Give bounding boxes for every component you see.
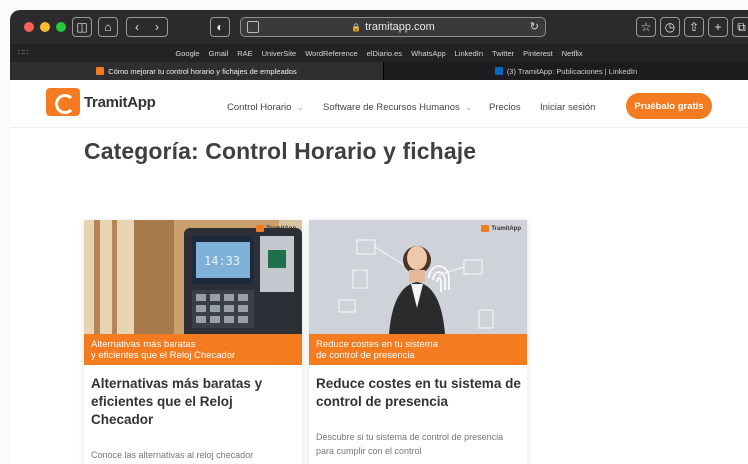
favorite-item[interactable]: elDiario.es: [367, 49, 402, 58]
tab-linkedin[interactable]: (3) TramitApp: Publicaciones | LinkedIn: [384, 62, 748, 80]
tramitapp-logo-icon: [481, 225, 490, 232]
post-card[interactable]: TramitApp Reduce costes en tu sistema de…: [309, 220, 527, 464]
clock-icon: ◷: [664, 20, 676, 34]
post-thumbnail[interactable]: TramitApp Reduce costes en tu sistema de…: [309, 220, 527, 365]
address-bar[interactable]: 🔒 tramitapp.com ↻: [240, 17, 546, 37]
favorite-item[interactable]: Google: [175, 49, 199, 58]
plus-icon: +: [714, 20, 722, 34]
favorite-item[interactable]: WhatsApp: [411, 49, 446, 58]
grid-icon[interactable]: ∷∷: [18, 48, 28, 57]
home-button[interactable]: ⌂: [98, 17, 118, 37]
favorites-bar: ∷∷ Google Gmail RAE UniverSite WordRefer…: [10, 44, 748, 62]
try-free-button[interactable]: Pruébalo gratis: [626, 93, 712, 119]
linkedin-favicon-icon: [494, 67, 503, 75]
nav-login[interactable]: Iniciar sesión: [540, 102, 595, 113]
banner-line: y eficientes que el Reloj Checador: [91, 350, 236, 361]
back-icon[interactable]: ‹: [135, 20, 139, 34]
screen: ◫ ⌂ ‹ › ◐ 🔒 tramitapp.com ↻ ☆ ◷ ⇧ + ⧉ ∷∷…: [0, 0, 748, 464]
reload-icon[interactable]: ↻: [530, 20, 539, 33]
thumbnail-logo: TramitApp: [256, 225, 296, 232]
favorite-item[interactable]: RAE: [237, 49, 252, 58]
tab-bar: Cómo mejorar tu control horario y fichaj…: [10, 62, 748, 80]
tab-overview-button[interactable]: ⧉: [732, 17, 748, 37]
favorite-item[interactable]: Netflix: [562, 49, 583, 58]
favorite-item[interactable]: Twitter: [492, 49, 514, 58]
chevron-down-icon: ⌄: [465, 105, 472, 112]
lock-icon: 🔒: [351, 22, 362, 32]
home-icon: ⌂: [104, 20, 112, 34]
close-window-button[interactable]: [24, 22, 34, 32]
post-thumbnail[interactable]: 14:33 TramitApp Alternativas más baratas: [84, 220, 302, 365]
tab-active[interactable]: Cómo mejorar tu control horario y fichaj…: [10, 62, 384, 80]
favorite-item[interactable]: UniverSite: [262, 49, 297, 58]
nav-label: Control Horario: [227, 102, 292, 113]
nav-control-horario[interactable]: Control Horario ⌄: [227, 102, 303, 113]
post-title[interactable]: Alternativas más baratas y eficientes qu…: [91, 375, 296, 429]
downloads-button[interactable]: ◷: [660, 17, 680, 37]
forward-icon[interactable]: ›: [155, 20, 159, 34]
nav-label: Precios: [489, 102, 521, 113]
nav-precios[interactable]: Precios: [489, 102, 521, 113]
nav-software-rrhh[interactable]: Software de Recursos Humanos ⌄: [323, 102, 472, 113]
thumbnail-banner: Reduce costes en tu sistema de control d…: [309, 334, 527, 365]
history-nav: ‹ ›: [126, 17, 168, 37]
tramitapp-favicon-icon: [96, 67, 105, 75]
site-header: TramitApp Control Horario ⌄ Software de R…: [10, 80, 748, 128]
browser-toolbar: ◫ ⌂ ‹ › ◐ 🔒 tramitapp.com ↻ ☆ ◷ ⇧ + ⧉: [10, 10, 748, 44]
zoom-window-button[interactable]: [56, 22, 66, 32]
post-excerpt: Descubre si tu sistema de control de pre…: [316, 432, 504, 456]
favorite-item[interactable]: Pinterest: [523, 49, 553, 58]
banner-line: Alternativas más baratas: [91, 339, 196, 350]
banner-line: de control de presencia: [316, 350, 415, 361]
tab-label: (3) TramitApp: Publicaciones | LinkedIn: [506, 66, 638, 76]
new-tab-button[interactable]: +: [708, 17, 728, 37]
star-icon: ☆: [640, 20, 652, 34]
share-button[interactable]: ⇧: [684, 17, 704, 37]
bookmark-button[interactable]: ☆: [636, 17, 656, 37]
page-title: Categoría: Control Horario y fichaje: [84, 138, 477, 164]
favorite-item[interactable]: LinkedIn: [455, 49, 483, 58]
tab-label: Cómo mejorar tu control horario y fichaj…: [108, 66, 297, 76]
svg-text:14:33: 14:33: [204, 254, 240, 268]
sidebar-toggle-button[interactable]: ◫: [72, 17, 92, 37]
post-excerpt: Conoce las alternativas al reloj checado…: [91, 450, 254, 460]
thumbnail-banner: Alternativas más baratas y eficientes qu…: [84, 334, 302, 365]
site-logo[interactable]: TramitApp: [46, 88, 156, 116]
privacy-button[interactable]: ◐: [210, 17, 230, 37]
tramitapp-logo-icon: [46, 88, 80, 116]
tabs-icon: ⧉: [737, 19, 746, 34]
reader-icon[interactable]: [247, 21, 259, 33]
favorite-item[interactable]: WordReference: [305, 49, 357, 58]
tramitapp-logo-icon: [256, 225, 265, 232]
web-page: TramitApp Control Horario ⌄ Software de R…: [10, 80, 748, 464]
post-card[interactable]: 14:33 TramitApp Alternativas más baratas: [84, 220, 302, 464]
post-title[interactable]: Reduce costes en tu sistema de control d…: [316, 375, 521, 411]
minimize-window-button[interactable]: [40, 22, 50, 32]
chevron-down-icon: ⌄: [297, 105, 304, 112]
logo-text: TramitApp: [84, 93, 156, 111]
window-controls: [24, 22, 66, 32]
nav-label: Iniciar sesión: [540, 102, 596, 113]
thumbnail-logo: TramitApp: [481, 225, 521, 232]
nav-label: Software de Recursos Humanos: [323, 102, 460, 113]
thumbnail-logo-text: TramitApp: [266, 225, 296, 232]
thumbnail-logo-text: TramitApp: [491, 225, 521, 232]
shield-icon: ◐: [216, 20, 224, 34]
sidebar-icon: ◫: [76, 20, 88, 34]
url-text: tramitapp.com: [365, 21, 435, 33]
favorite-item[interactable]: Gmail: [209, 49, 229, 58]
share-icon: ⇧: [688, 20, 700, 34]
banner-line: Reduce costes en tu sistema: [316, 339, 438, 350]
